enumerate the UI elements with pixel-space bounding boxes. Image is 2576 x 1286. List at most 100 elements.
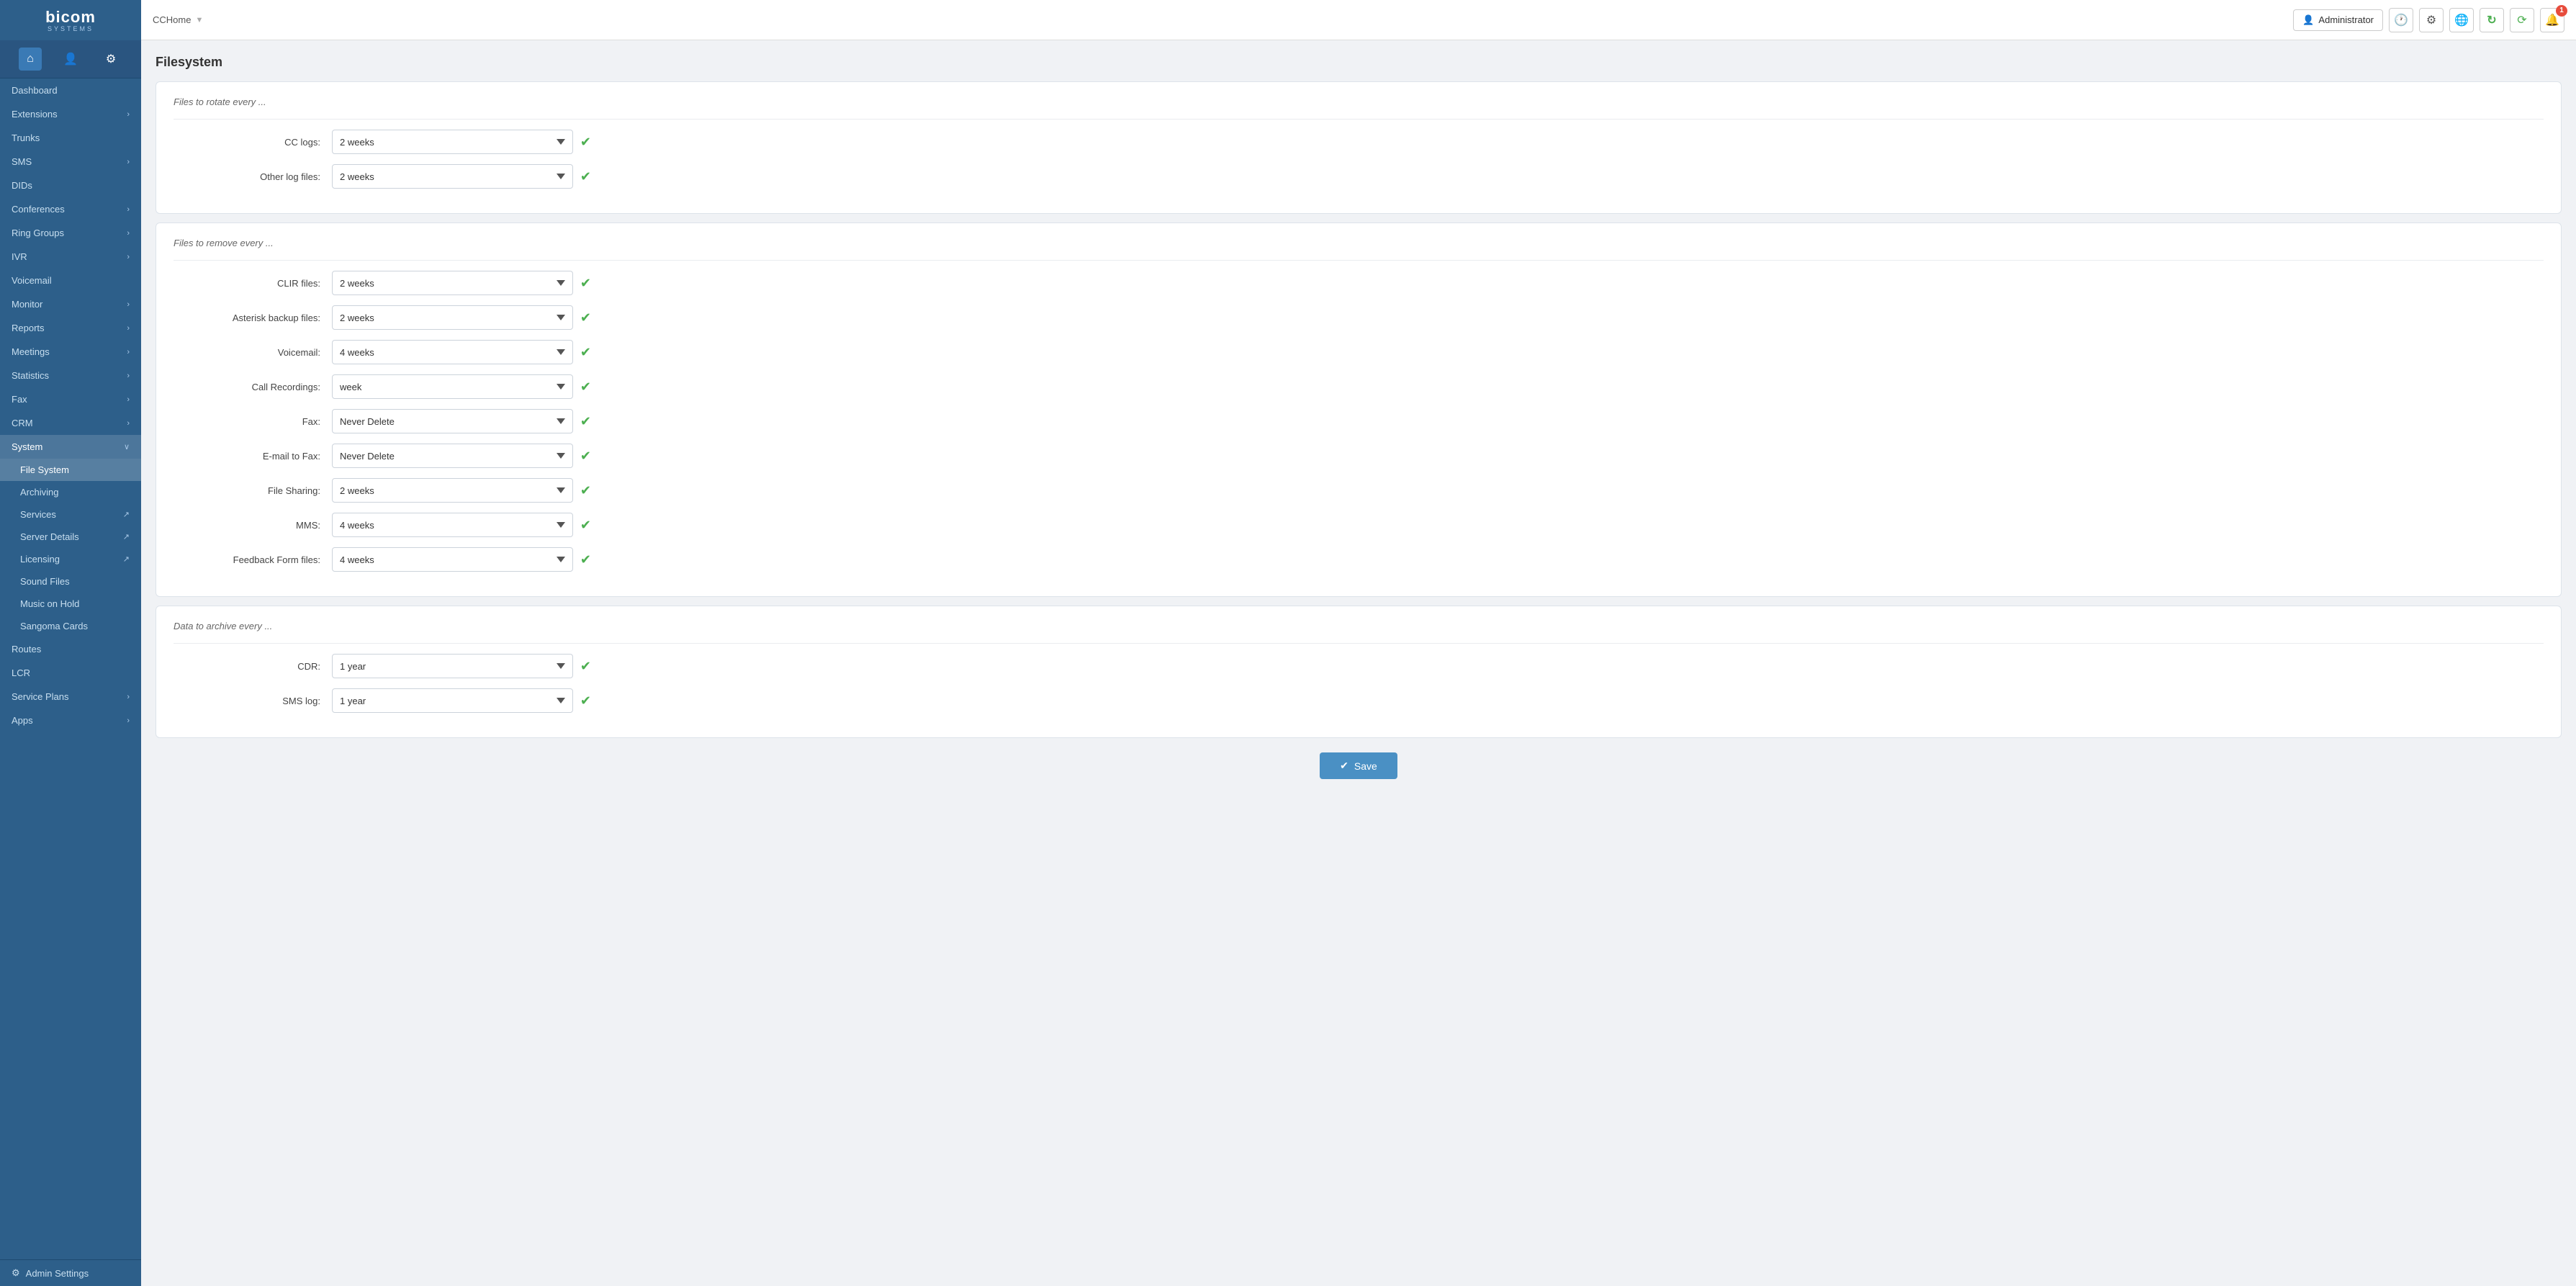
sidebar-item-monitor[interactable]: Monitor › [0, 292, 141, 316]
feedback-form-label: Feedback Form files: [174, 554, 332, 565]
sidebar-item-label: Reports [12, 323, 45, 333]
sidebar-subitem-archiving[interactable]: Archiving [0, 481, 141, 503]
fax-select-wrap: week 2 weeks 4 weeks 1 year Never Delete… [332, 409, 591, 433]
voicemail-select-wrap: week 2 weeks 4 weeks 1 year Never Delete… [332, 340, 591, 364]
sidebar-subitem-licensing[interactable]: Licensing ↗ [0, 548, 141, 570]
sidebar-subitem-sound-files[interactable]: Sound Files [0, 570, 141, 593]
chevron-right-icon: › [127, 253, 130, 261]
sidebar-item-dashboard[interactable]: Dashboard [0, 78, 141, 102]
cchome-dropdown[interactable]: CCHome ▼ [153, 14, 203, 25]
sidebar-subitem-file-system[interactable]: File System [0, 459, 141, 481]
sidebar-item-statistics[interactable]: Statistics › [0, 364, 141, 387]
sidebar-item-label: Trunks [12, 132, 40, 143]
sidebar-subitem-services[interactable]: Services ↗ [0, 503, 141, 526]
sidebar-item-system[interactable]: System ∨ [0, 435, 141, 459]
email-to-fax-check-icon: ✔ [580, 449, 591, 464]
globe-icon: 🌐 [2454, 13, 2469, 27]
sms-log-select[interactable]: week 2 weeks 4 weeks 1 year Never Delete [332, 688, 573, 713]
mms-check-icon: ✔ [580, 518, 591, 533]
call-recordings-select[interactable]: week 2 weeks 4 weeks 1 year Never Delete [332, 374, 573, 399]
sidebar-item-label: Monitor [12, 299, 42, 310]
chevron-right-icon: › [127, 205, 130, 214]
sidebar-item-label: IVR [12, 251, 27, 262]
sidebar-item-meetings[interactable]: Meetings › [0, 340, 141, 364]
sidebar-item-voicemail[interactable]: Voicemail [0, 269, 141, 292]
file-sharing-select-wrap: week 2 weeks 4 weeks 1 year Never Delete… [332, 478, 591, 503]
sidebar-item-ivr[interactable]: IVR › [0, 245, 141, 269]
asterisk-backup-row: Asterisk backup files: week 2 weeks 4 we… [174, 305, 2544, 330]
clir-files-select[interactable]: week 2 weeks 4 weeks 1 year Never Delete [332, 271, 573, 295]
feedback-form-check-icon: ✔ [580, 552, 591, 567]
fax-select[interactable]: week 2 weeks 4 weeks 1 year Never Delete [332, 409, 573, 433]
archive-section-card: Data to archive every ... CDR: week 2 we… [156, 606, 2562, 738]
sidebar-subitem-music-on-hold[interactable]: Music on Hold [0, 593, 141, 615]
gear-settings-icon: ⚙ [12, 1267, 20, 1279]
cdr-select[interactable]: week 2 weeks 4 weeks 1 year Never Delete [332, 654, 573, 678]
sidebar-user-icon[interactable]: 👤 [59, 48, 82, 71]
sidebar-subitem-label: Server Details [20, 531, 79, 542]
sync-icon: ⟳ [2517, 13, 2526, 27]
sidebar-item-conferences[interactable]: Conferences › [0, 197, 141, 221]
email-to-fax-select[interactable]: week 2 weeks 4 weeks 1 year Never Delete [332, 444, 573, 468]
sidebar-item-dids[interactable]: DIDs [0, 174, 141, 197]
chevron-right-icon: › [127, 395, 130, 404]
mms-label: MMS: [174, 520, 332, 531]
sidebar-subitem-sangoma-cards[interactable]: Sangoma Cards [0, 615, 141, 637]
sidebar-home-icon[interactable]: ⌂ [19, 48, 42, 71]
rotate-section-header: Files to rotate every ... [174, 96, 2544, 107]
sidebar-item-ring-groups[interactable]: Ring Groups › [0, 221, 141, 245]
sidebar-config-icon[interactable]: ⚙ [99, 48, 122, 71]
chevron-right-icon: › [127, 693, 130, 701]
voicemail-select[interactable]: week 2 weeks 4 weeks 1 year Never Delete [332, 340, 573, 364]
sidebar-item-reports[interactable]: Reports › [0, 316, 141, 340]
chevron-right-icon: › [127, 300, 130, 309]
asterisk-backup-select[interactable]: week 2 weeks 4 weeks 1 year Never Delete [332, 305, 573, 330]
other-log-files-select[interactable]: week 2 weeks 4 weeks 1 year Never Delete [332, 164, 573, 189]
feedback-form-select-wrap: week 2 weeks 4 weeks 1 year Never Delete… [332, 547, 591, 572]
archive-section-header: Data to archive every ... [174, 621, 2544, 631]
notification-badge: 1 [2556, 5, 2567, 17]
sidebar-item-extensions[interactable]: Extensions › [0, 102, 141, 126]
mms-select[interactable]: week 2 weeks 4 weeks 1 year Never Delete [332, 513, 573, 537]
rotate-section-card: Files to rotate every ... CC logs: week … [156, 81, 2562, 214]
feedback-form-select[interactable]: week 2 weeks 4 weeks 1 year Never Delete [332, 547, 573, 572]
sidebar-subitem-label: Sangoma Cards [20, 621, 88, 631]
globe-button[interactable]: 🌐 [2449, 8, 2474, 32]
sidebar-item-label: Ring Groups [12, 228, 64, 238]
cc-logs-select[interactable]: week 2 weeks 4 weeks 1 year Never Delete [332, 130, 573, 154]
sidebar-item-apps[interactable]: Apps › [0, 709, 141, 732]
sidebar-subitem-label: Services [20, 509, 56, 520]
save-label: Save [1354, 760, 1377, 772]
sidebar-item-fax[interactable]: Fax › [0, 387, 141, 411]
chevron-right-icon: › [127, 419, 130, 428]
sidebar-item-crm[interactable]: CRM › [0, 411, 141, 435]
save-button[interactable]: ✔ Save [1320, 752, 1397, 779]
voicemail-label: Voicemail: [174, 347, 332, 358]
sidebar-item-service-plans[interactable]: Service Plans › [0, 685, 141, 709]
sidebar-item-routes[interactable]: Routes [0, 637, 141, 661]
sidebar-item-label: SMS [12, 156, 32, 167]
remove-section-header: Files to remove every ... [174, 238, 2544, 248]
chevron-right-icon: › [127, 716, 130, 725]
file-sharing-row: File Sharing: week 2 weeks 4 weeks 1 yea… [174, 478, 2544, 503]
file-sharing-select[interactable]: week 2 weeks 4 weeks 1 year Never Delete [332, 478, 573, 503]
sidebar-item-label: Voicemail [12, 275, 52, 286]
sidebar-subitem-server-details[interactable]: Server Details ↗ [0, 526, 141, 548]
call-recordings-select-wrap: week 2 weeks 4 weeks 1 year Never Delete… [332, 374, 591, 399]
logo-text: bicom [45, 8, 96, 27]
admin-settings-bar[interactable]: ⚙ Admin Settings [0, 1259, 141, 1286]
sidebar-item-sms[interactable]: SMS › [0, 150, 141, 174]
cc-logs-select-wrap: week 2 weeks 4 weeks 1 year Never Delete… [332, 130, 591, 154]
notification-button[interactable]: 🔔 1 [2540, 8, 2564, 32]
chevron-right-icon: › [127, 348, 130, 356]
clock-button[interactable]: 🕐 [2389, 8, 2413, 32]
sidebar-item-lcr[interactable]: LCR [0, 661, 141, 685]
refresh-button[interactable]: ↻ [2480, 8, 2504, 32]
sidebar-item-trunks[interactable]: Trunks [0, 126, 141, 150]
admin-button[interactable]: 👤 Administrator [2293, 9, 2383, 31]
gear-button[interactable]: ⚙ [2419, 8, 2444, 32]
refresh-icon: ↻ [2487, 13, 2496, 27]
sync-button[interactable]: ⟳ [2510, 8, 2534, 32]
topbar-center: CCHome ▼ [141, 0, 2293, 40]
voicemail-row: Voicemail: week 2 weeks 4 weeks 1 year N… [174, 340, 2544, 364]
